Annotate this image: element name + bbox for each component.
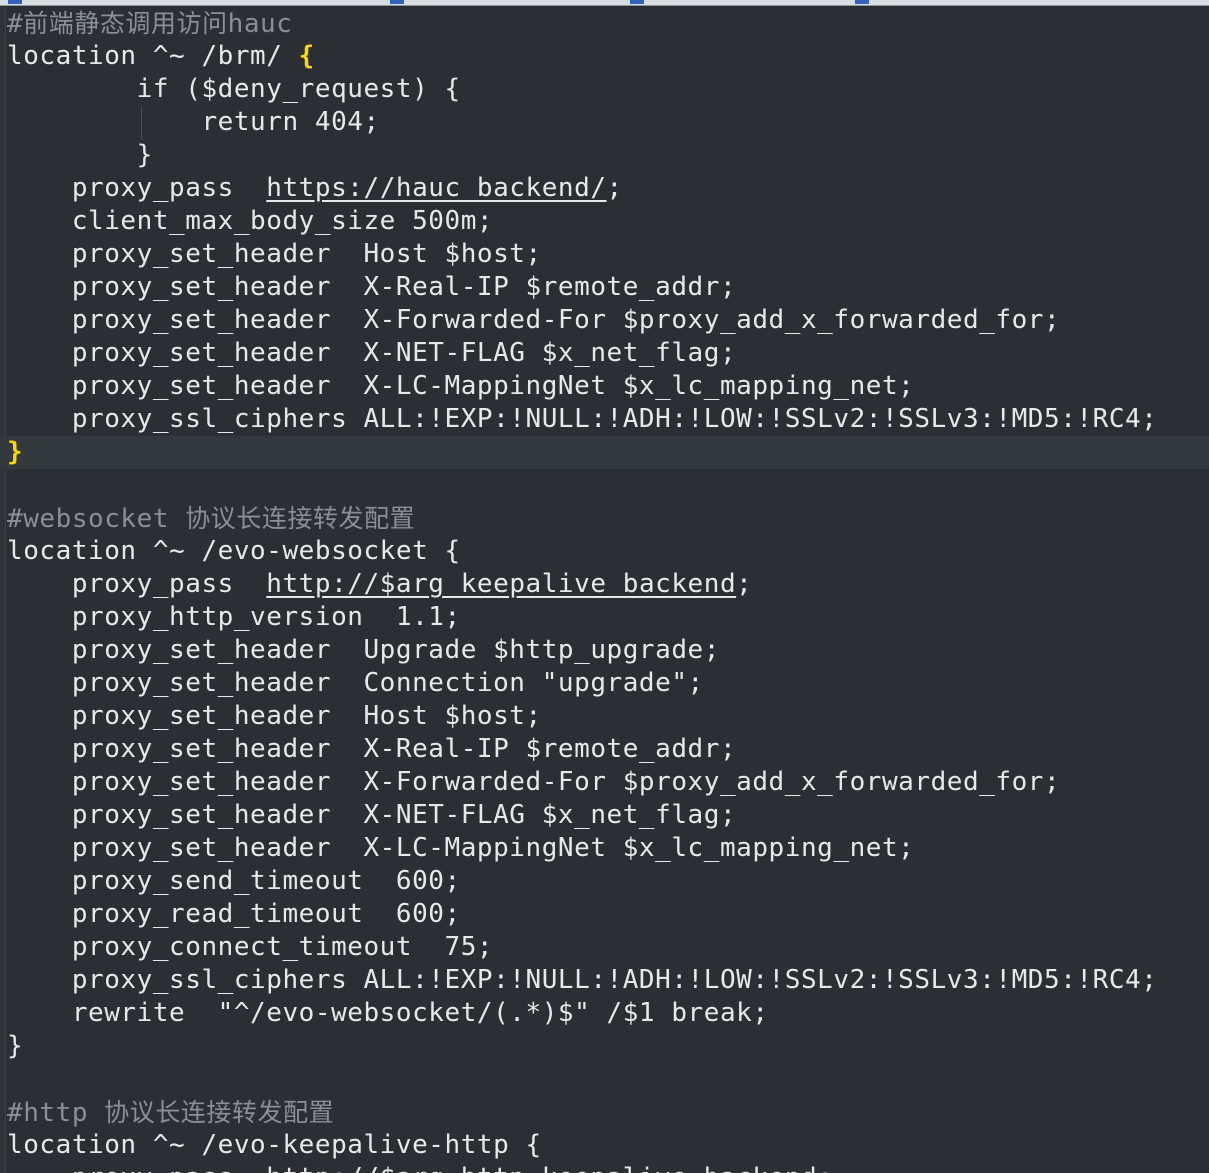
code-token: proxy_set_header Connection "upgrade"; — [7, 668, 704, 698]
code-line[interactable]: proxy_set_header X-NET-FLAG $x_net_flag; — [7, 337, 1209, 370]
code-token: } — [7, 1031, 24, 1061]
code-token: proxy_set_header X-Real-IP $remote_addr; — [7, 734, 737, 764]
file-tab-icon[interactable] — [8, 0, 22, 4]
code-token: proxy_set_header X-NET-FLAG $x_net_flag; — [7, 338, 737, 368]
code-line[interactable]: proxy_set_header X-Real-IP $remote_addr; — [7, 271, 1209, 304]
file-tab-icon[interactable] — [390, 0, 404, 4]
code-line[interactable]: proxy_set_header Upgrade $http_upgrade; — [7, 634, 1209, 667]
code-comment: #http — [7, 1098, 105, 1128]
code-url: http://$arg_http_keepalive_backend — [266, 1163, 817, 1173]
code-line[interactable]: #http 协议长连接转发配置 — [7, 1096, 1209, 1129]
code-line[interactable]: proxy_set_header X-LC-MappingNet $x_lc_m… — [7, 832, 1209, 865]
code-url: https://hauc_backend/ — [266, 173, 607, 203]
code-line[interactable]: proxy_set_header Host $host; — [7, 238, 1209, 271]
code-token: proxy_http_version 1.1; — [7, 602, 461, 632]
code-line[interactable] — [7, 1063, 1209, 1096]
code-token: proxy_set_header Upgrade $http_upgrade; — [7, 635, 720, 665]
code-comment: 协议长连接转发配置 — [104, 1098, 335, 1127]
code-line[interactable]: proxy_http_version 1.1; — [7, 601, 1209, 634]
code-line[interactable]: if ($deny_request) { — [7, 73, 1209, 106]
code-token: proxy_set_header X-Real-IP $remote_addr; — [7, 272, 737, 302]
code-token: proxy_connect_timeout 75; — [7, 932, 494, 962]
code-line[interactable] — [7, 469, 1209, 502]
code-url: http://$arg_keepalive_backend — [266, 569, 737, 599]
code-comment: hauc — [227, 9, 293, 39]
code-token: proxy_pass — [7, 1163, 266, 1173]
code-token: proxy_set_header Host $host; — [7, 239, 542, 269]
code-line[interactable]: #websocket 协议长连接转发配置 — [7, 502, 1209, 535]
code-line[interactable]: proxy_set_header X-Forwarded-For $proxy_… — [7, 766, 1209, 799]
code-line[interactable]: proxy_read_timeout 600; — [7, 898, 1209, 931]
code-token: ; — [606, 173, 623, 203]
file-tab-icon[interactable] — [855, 0, 869, 4]
code-line[interactable]: client_max_body_size 500m; — [7, 205, 1209, 238]
code-line[interactable]: location ^~ /evo-websocket { — [7, 535, 1209, 568]
code-line[interactable]: proxy_connect_timeout 75; — [7, 931, 1209, 964]
tab-bar — [0, 0, 1209, 6]
code-token: proxy_set_header X-NET-FLAG $x_net_flag; — [7, 800, 737, 830]
code-line[interactable]: rewrite "^/evo-websocket/(.*)$" /$1 brea… — [7, 997, 1209, 1030]
code-line[interactable]: location ^~ /evo-keepalive-http { — [7, 1129, 1209, 1162]
code-token: proxy_pass — [7, 569, 267, 599]
code-editor[interactable]: #前端静态调用访问hauc location ^~ /brm/ { if ($de… — [0, 0, 1209, 1173]
code-line[interactable]: proxy_set_header X-Forwarded-For $proxy_… — [7, 304, 1209, 337]
code-line[interactable]: location ^~ /brm/ { — [7, 40, 1209, 73]
code-token: proxy_read_timeout 600; — [7, 899, 461, 929]
code-line[interactable]: proxy_set_header X-NET-FLAG $x_net_flag; — [7, 799, 1209, 832]
code-token: ; — [817, 1163, 833, 1173]
code-token: client_max_body_size 500m; — [7, 206, 494, 236]
code-comment: # — [7, 9, 24, 39]
file-tab-icon[interactable] — [630, 0, 644, 4]
code-token: proxy_ssl_ciphers ALL:!EXP:!NULL:!ADH:!L… — [7, 404, 1158, 434]
code-token: if ($deny_request) { — [7, 74, 461, 104]
code-token: proxy_set_header X-LC-MappingNet $x_lc_m… — [7, 371, 915, 401]
code-token: location ^~ /evo-keepalive-http { — [7, 1130, 542, 1160]
code-token: proxy_set_header Host $host; — [7, 701, 542, 731]
code-token: return 404; — [7, 107, 380, 137]
editor-gutter — [0, 6, 6, 1173]
code-line[interactable]: proxy_set_header Connection "upgrade"; — [7, 667, 1209, 700]
code-comment: 协议长连接转发配置 — [185, 504, 416, 533]
code-token: rewrite "^/evo-websocket/(.*)$" /$1 brea… — [7, 998, 769, 1028]
code-line[interactable]: proxy_set_header X-LC-MappingNet $x_lc_m… — [7, 370, 1209, 403]
code-text-area[interactable]: #前端静态调用访问hauc location ^~ /brm/ { if ($de… — [0, 7, 1209, 1173]
code-token: location ^~ /evo-websocket { — [7, 536, 461, 566]
code-line[interactable]: } — [7, 139, 1209, 172]
code-line[interactable]: #前端静态调用访问hauc — [7, 7, 1209, 40]
code-token: proxy_set_header X-Forwarded-For $proxy_… — [7, 305, 1061, 335]
code-token: proxy_send_timeout 600; — [7, 866, 461, 896]
code-line[interactable]: } — [7, 1030, 1209, 1063]
code-token: proxy_pass — [7, 173, 267, 203]
code-comment: 前端静态调用访问 — [23, 9, 228, 38]
code-token: location ^~ /brm/ — [7, 41, 299, 71]
code-line[interactable]: } — [0, 436, 1209, 469]
code-token: } — [7, 140, 153, 170]
code-comment: #websocket — [7, 504, 186, 534]
code-line[interactable]: proxy_ssl_ciphers ALL:!EXP:!NULL:!ADH:!L… — [7, 403, 1209, 436]
matched-brace: } — [7, 437, 24, 467]
code-line[interactable]: proxy_pass https://hauc_backend/; — [7, 172, 1209, 205]
code-token: proxy_set_header X-Forwarded-For $proxy_… — [7, 767, 1061, 797]
code-token: proxy_ssl_ciphers ALL:!EXP:!NULL:!ADH:!L… — [7, 965, 1158, 995]
code-line[interactable]: proxy_ssl_ciphers ALL:!EXP:!NULL:!ADH:!L… — [7, 964, 1209, 997]
code-line[interactable]: proxy_send_timeout 600; — [7, 865, 1209, 898]
code-line[interactable]: proxy_set_header X-Real-IP $remote_addr; — [7, 733, 1209, 766]
code-line[interactable]: proxy_set_header Host $host; — [7, 700, 1209, 733]
code-token: proxy_set_header X-LC-MappingNet $x_lc_m… — [7, 833, 915, 863]
code-line[interactable]: proxy_pass http://$arg_keepalive_backend… — [7, 568, 1209, 601]
code-line[interactable]: proxy_pass http://$arg_http_keepalive_ba… — [7, 1162, 1209, 1173]
matched-brace: { — [298, 41, 315, 71]
code-line[interactable]: return 404; — [7, 106, 1209, 139]
code-token: ; — [736, 569, 753, 599]
